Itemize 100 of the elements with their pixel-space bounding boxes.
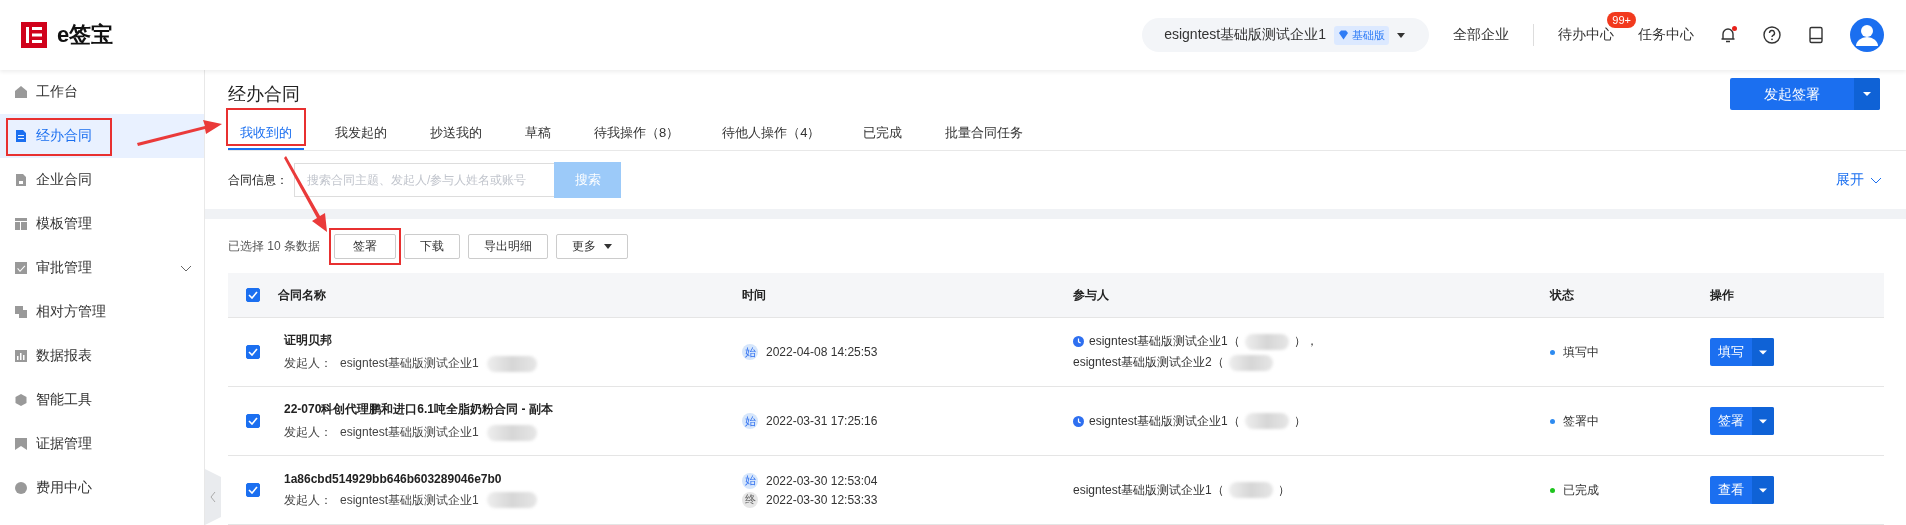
initiator-name: esigntest基础版测试企业1 — [340, 491, 479, 509]
tab[interactable]: 批量合同任务 — [933, 118, 1036, 150]
toolbar-button[interactable]: 导出明细 — [468, 233, 548, 259]
chevron-icon — [1870, 176, 1882, 184]
participant-suffix: ） — [1277, 481, 1290, 499]
time-badge: 始 — [742, 344, 758, 360]
initiator-label: 发起人： — [284, 355, 332, 372]
tier-badge: 基础版 — [1334, 25, 1389, 45]
contract-title: 1a86cbd514929bb646b603289046e7b0 — [284, 471, 503, 486]
toolbar-button[interactable]: 签署 — [334, 233, 396, 259]
tab[interactable]: 已完成 — [851, 118, 915, 150]
participant-name: esigntest基础版测试企业1（ — [1089, 333, 1240, 350]
participant-name: esigntest基础版测试企业1（ — [1073, 481, 1224, 499]
header-link[interactable]: 任务中心 — [1638, 26, 1694, 44]
redaction-blur — [1244, 333, 1289, 350]
menu-icon — [15, 482, 27, 494]
toolbar-button[interactable]: 更多 — [556, 233, 628, 259]
toolbar-button[interactable]: 下载 — [404, 233, 460, 259]
field-label: 合同信息： — [228, 171, 288, 189]
collapse-handle[interactable] — [205, 469, 221, 525]
redaction-blur — [1228, 482, 1273, 498]
row-checkbox[interactable] — [246, 414, 260, 428]
sidebar-item[interactable]: 模板管理 — [0, 202, 204, 246]
count-badge: 99+ — [1607, 12, 1636, 28]
select-all-checkbox[interactable] — [246, 288, 260, 302]
column-header: 状态 — [1550, 286, 1575, 304]
header-link[interactable]: 待办中心 — [1558, 26, 1614, 44]
caret-icon — [1752, 476, 1774, 504]
caret-icon — [1854, 78, 1880, 110]
contract-title: 证明贝邦 — [284, 332, 333, 349]
sidebar-item[interactable]: 审批管理 — [0, 246, 204, 290]
avatar-icon[interactable] — [1850, 18, 1884, 52]
timestamp: 2022-03-30 12:53:33 — [766, 492, 878, 507]
tab[interactable]: 我发起的 — [323, 118, 399, 150]
time-badge: 始 — [742, 413, 758, 429]
menu-icon — [15, 350, 27, 362]
tab[interactable]: 我收到的 — [228, 118, 304, 150]
redaction-blur — [486, 492, 537, 508]
menu-icon — [15, 394, 27, 406]
menu-icon — [15, 174, 27, 186]
caret-icon — [1752, 338, 1774, 366]
row-action-button[interactable]: 查看 — [1710, 476, 1774, 504]
help-icon[interactable] — [1762, 25, 1782, 45]
tablet-icon[interactable] — [1806, 25, 1826, 45]
menu-icon — [15, 218, 27, 230]
logo-text: e签宝 — [57, 21, 114, 49]
sidebar-item[interactable]: 相对方管理 — [0, 290, 204, 334]
participant-suffix: ）， — [1293, 333, 1318, 350]
timestamp: 2022-03-30 12:53:04 — [766, 473, 878, 488]
timestamp: 2022-04-08 14:25:53 — [766, 345, 878, 359]
column-header: 时间 — [742, 286, 767, 304]
redaction-blur — [486, 424, 537, 441]
status-text: 填写中 — [1563, 343, 1599, 361]
row-action-button[interactable]: 签署 — [1710, 407, 1774, 435]
initiator-name: esigntest基础版测试企业1 — [340, 355, 479, 372]
time-badge: 始 — [742, 472, 758, 489]
menu-icon — [15, 262, 27, 274]
tab[interactable]: 待他人操作（4） — [710, 118, 833, 150]
sidebar-item[interactable]: 企业合同 — [0, 158, 204, 202]
expand-link[interactable]: 展开 — [1836, 171, 1882, 189]
page-title: 经办合同 — [228, 83, 300, 106]
sidebar-item[interactable]: 数据报表 — [0, 334, 204, 378]
sidebar-item[interactable]: 证据管理 — [0, 422, 204, 466]
participant-name: esigntest基础版测试企业1（ — [1089, 412, 1240, 430]
time-badge: 终 — [742, 491, 758, 508]
status-text: 签署中 — [1563, 412, 1599, 430]
caret-icon — [1752, 407, 1774, 435]
sidebar-item[interactable]: 智能工具 — [0, 378, 204, 422]
participant-suffix: ） — [1293, 412, 1306, 430]
selection-count: 已选择 10 条数据 — [228, 237, 320, 255]
header-link[interactable]: 全部企业 — [1453, 26, 1509, 44]
initiator-name: esigntest基础版测试企业1 — [340, 424, 479, 441]
caret-icon — [1397, 32, 1405, 38]
participant-name: esigntest基础版测试企业2（ — [1073, 354, 1224, 371]
redaction-blur — [486, 355, 537, 372]
row-action-button[interactable]: 填写 — [1710, 338, 1774, 366]
initiator-label: 发起人： — [284, 424, 332, 441]
sidebar-item[interactable]: 经办合同 — [0, 114, 204, 158]
tab[interactable]: 草稿 — [513, 118, 563, 150]
column-header: 操作 — [1710, 286, 1735, 304]
menu-icon — [15, 86, 27, 98]
contract-title: 22-070科创代理鹏和进口6.1吨全脂奶粉合同 - 副本 — [284, 401, 554, 418]
menu-icon — [15, 438, 27, 450]
menu-icon — [15, 130, 27, 142]
organization-switcher[interactable]: esigntest基础版测试企业1 基础版 — [1142, 18, 1429, 52]
column-header: 合同名称 — [278, 286, 327, 304]
status-text: 已完成 — [1563, 481, 1599, 499]
tab[interactable]: 抄送我的 — [418, 118, 494, 150]
menu-icon — [15, 306, 27, 318]
row-checkbox[interactable] — [246, 483, 260, 497]
timestamp: 2022-03-31 17:25:16 — [766, 414, 878, 428]
tab[interactable]: 待我操作（8） — [582, 118, 692, 150]
redaction-blur — [1244, 413, 1289, 429]
sidebar-item[interactable]: 工作台 — [0, 70, 204, 114]
sidebar-item[interactable]: 费用中心 — [0, 466, 204, 510]
start-signing-button[interactable]: 发起签署 — [1730, 78, 1880, 110]
logo-icon — [21, 22, 47, 48]
column-header: 参与人 — [1073, 286, 1110, 304]
row-checkbox[interactable] — [246, 345, 260, 359]
redaction-blur — [1228, 354, 1273, 371]
